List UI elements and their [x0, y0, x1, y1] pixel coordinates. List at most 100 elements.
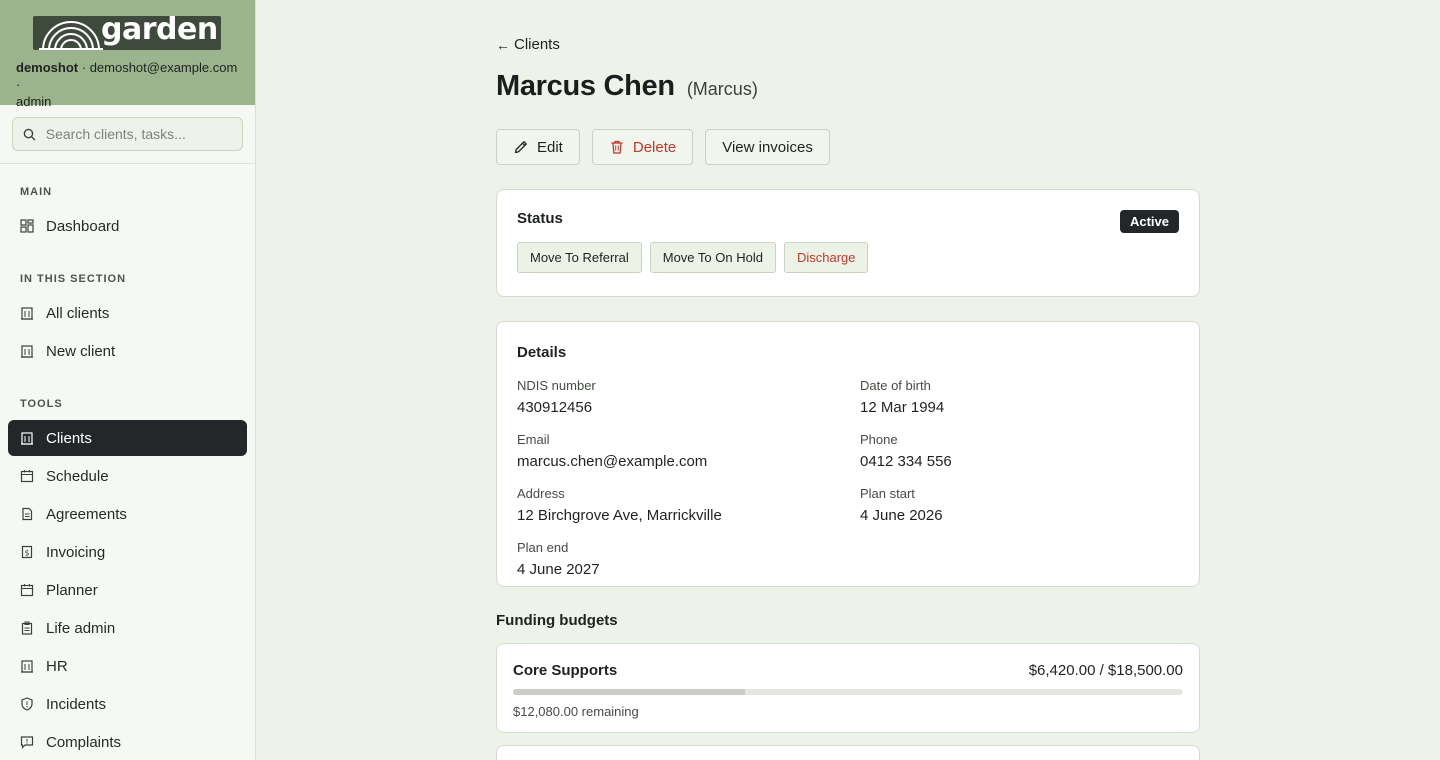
sidebar-item-planner[interactable]: Planner [8, 572, 247, 608]
page-title: Marcus Chen [496, 70, 675, 102]
back-link[interactable]: ← Clients [496, 36, 560, 53]
page-header: Marcus Chen (Marcus) [496, 70, 758, 103]
field-label: Phone [860, 432, 898, 447]
field-email: Email marcus.chen@example.com [517, 432, 860, 472]
sidebar: garden demoshot · demoshot@example.com ·… [0, 0, 256, 760]
sidebar-item-clients[interactable]: Clients [8, 420, 247, 456]
budget-amount: $6,420.00 / $18,500.00 [1028, 662, 1183, 679]
nav-section-in-this-section: IN THIS SECTION [20, 273, 127, 285]
brand-name: garden [101, 12, 218, 47]
field-phone: Phone 0412 334 556 [860, 432, 1180, 472]
account-email: demoshot@example.com [89, 60, 238, 75]
sidebar-item-label: Agreements [46, 505, 127, 523]
move-to-on-hold-button[interactable]: Move To On Hold [649, 242, 776, 273]
sidebar-item-all-clients[interactable]: All clients [8, 295, 247, 331]
field-label: Plan end [517, 540, 569, 555]
pencil-icon [513, 139, 529, 155]
invoice-icon: $ [20, 545, 34, 559]
status-actions: Move To Referral Move To On Hold Dischar… [517, 242, 1179, 273]
field-value: 430912456 [517, 399, 593, 416]
shield-icon [20, 697, 34, 711]
view-invoices-label: View invoices [722, 138, 813, 156]
sidebar-item-hr[interactable]: HR [8, 648, 247, 684]
building-icon [20, 306, 34, 320]
budget-progress-bar [513, 689, 1183, 695]
sidebar-item-invoicing[interactable]: $ Invoicing [8, 534, 247, 570]
sidebar-item-label: Life admin [46, 619, 116, 637]
nav-section-main: MAIN [20, 186, 53, 198]
trash-icon [609, 139, 625, 155]
status-title: Status [517, 210, 563, 227]
budget-card-next [496, 745, 1200, 760]
action-bar: Edit Delete View invoices [496, 129, 830, 165]
svg-text:$: $ [24, 549, 29, 558]
logo-arches-icon [39, 21, 103, 50]
field-value: 12 Birchgrove Ave, Marrickville [517, 507, 722, 524]
budget-name: Core Supports [513, 662, 618, 679]
field-value: 12 Mar 1994 [860, 399, 945, 416]
field-address: Address 12 Birchgrove Ave, Marrickville [517, 486, 860, 526]
sidebar-item-new-client[interactable]: New client [8, 333, 247, 369]
building-icon [20, 659, 34, 673]
edit-button[interactable]: Edit [496, 129, 580, 165]
budget-remaining: $12,080.00 remaining [513, 704, 639, 719]
budget-card: Core Supports $6,420.00 / $18,500.00 $12… [496, 643, 1200, 733]
sidebar-item-label: Clients [46, 429, 92, 447]
sidebar-item-label: All clients [46, 304, 110, 322]
search-box[interactable] [12, 117, 243, 151]
funding-budgets-heading: Funding budgets [496, 612, 618, 629]
back-link-label: Clients [514, 36, 560, 53]
sidebar-item-agreements[interactable]: Agreements [8, 496, 247, 532]
field-label: NDIS number [517, 378, 596, 393]
account-separator: · [78, 60, 90, 75]
field-ndis-number: NDIS number 430912456 [517, 378, 860, 418]
sidebar-item-complaints[interactable]: Complaints [8, 724, 247, 760]
details-card: Details NDIS number 430912456 Date of bi… [496, 321, 1200, 587]
sidebar-item-label: Incidents [46, 695, 107, 713]
details-title: Details [517, 344, 567, 361]
budget-progress-fill [513, 689, 746, 695]
move-to-referral-button[interactable]: Move To Referral [517, 242, 642, 273]
calendar-icon [20, 583, 34, 597]
document-icon [20, 507, 34, 521]
search-container [0, 105, 255, 164]
calendar-icon [20, 469, 34, 483]
view-invoices-button[interactable]: View invoices [705, 129, 830, 165]
details-grid: NDIS number 430912456 Date of birth 12 M… [517, 378, 1179, 580]
building-icon [20, 431, 34, 445]
edit-button-label: Edit [537, 138, 563, 156]
budget-header: Core Supports $6,420.00 / $18,500.00 [513, 662, 1183, 679]
sidebar-item-incidents[interactable]: Incidents [8, 686, 247, 722]
discharge-button[interactable]: Discharge [783, 242, 869, 273]
sidebar-item-dashboard[interactable]: Dashboard [8, 208, 247, 244]
sidebar-item-schedule[interactable]: Schedule [8, 458, 247, 494]
search-icon [23, 128, 36, 140]
delete-button[interactable]: Delete [591, 129, 694, 165]
account-separator-2: · [16, 77, 21, 92]
field-value: 4 June 2027 [517, 561, 600, 578]
account-role: admin [16, 94, 52, 109]
sidebar-item-life-admin[interactable]: Life admin [8, 610, 247, 646]
message-icon [20, 735, 34, 749]
garden-logo[interactable]: garden [33, 12, 221, 50]
field-value: 0412 334 556 [860, 453, 952, 470]
clipboard-icon [20, 621, 34, 635]
delete-button-label: Delete [632, 138, 677, 156]
status-card: Status Active Move To Referral Move To O… [496, 189, 1200, 297]
field-label: Date of birth [860, 378, 931, 393]
field-label: Address [517, 486, 565, 501]
brand-header: garden demoshot · demoshot@example.com ·… [0, 0, 255, 109]
field-plan-start: Plan start 4 June 2026 [860, 486, 1180, 526]
field-date-of-birth: Date of birth 12 Mar 1994 [860, 378, 1180, 418]
field-value: 4 June 2026 [860, 507, 943, 524]
sidebar-item-label: HR [46, 657, 68, 675]
search-input[interactable] [45, 126, 232, 142]
sidebar-item-label: Complaints [46, 733, 122, 751]
sidebar-item-label: Planner [46, 581, 98, 599]
dashboard-icon [20, 219, 34, 233]
sidebar-item-label: Schedule [46, 467, 109, 485]
client-nickname: (Marcus) [686, 79, 758, 99]
account-info: demoshot · demoshot@example.com · admin [16, 59, 239, 110]
field-plan-end: Plan end 4 June 2027 [517, 540, 860, 580]
field-value: marcus.chen@example.com [517, 453, 708, 470]
